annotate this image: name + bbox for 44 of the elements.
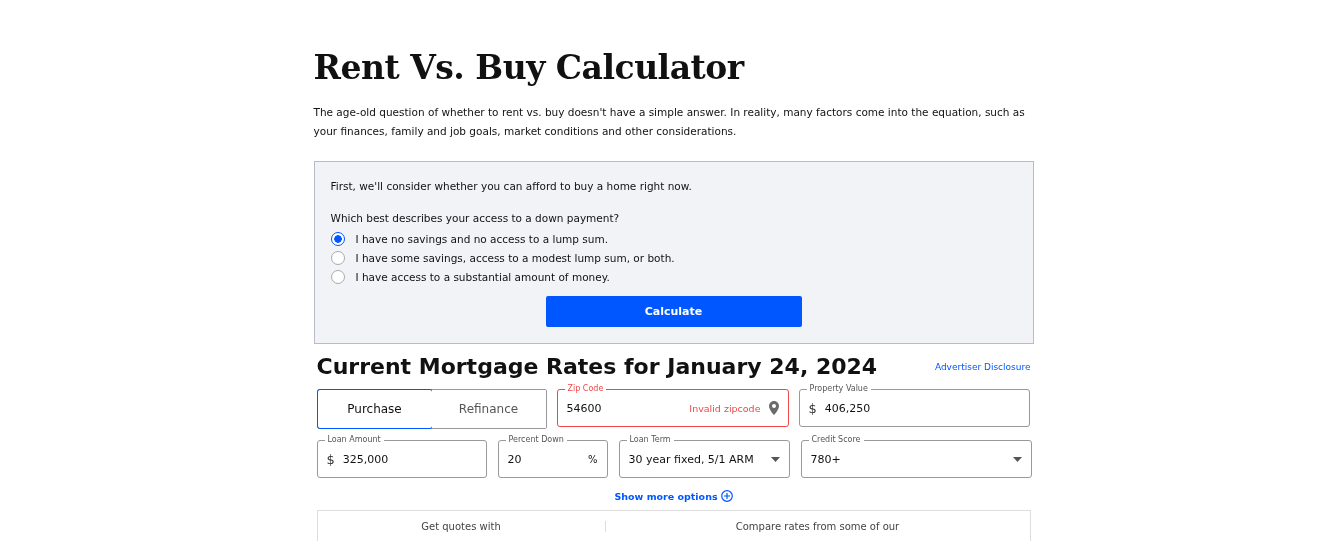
dollar-sign: $: [808, 400, 817, 416]
intro-paragraph: The age-old question of whether to rent vs. buy doesn't have a simple answer. In reality, many factors come into the equation, such as your finances, family and job goals, market conditions and other considerations.: [313, 105, 1026, 139]
field-value: 780+: [810, 452, 842, 466]
page-title: Rent Vs. Buy Calculator: [313, 48, 746, 87]
error-message: Invalid zipcode: [689, 402, 761, 414]
field-label: Loan Amount: [324, 435, 384, 445]
calculator-lead: First, we'll consider whether you can afford to buy a home right now.: [330, 180, 693, 192]
show-more-options-link[interactable]: Show more options: [614, 490, 718, 502]
zip-code-field[interactable]: Zip Code 54600 Invalid zipcode: [556, 384, 789, 427]
field-label: Property Value: [806, 384, 871, 394]
field-label: Zip Code: [564, 384, 607, 394]
loan-amount-field[interactable]: Loan Amount $ 325,000: [316, 435, 487, 478]
plus-circle-icon: [720, 490, 733, 502]
panel-text: Compare rates from some of our: [734, 520, 901, 532]
radio-button[interactable]: [330, 231, 345, 246]
field-value: 20: [507, 452, 523, 466]
field-value: 406,250: [824, 401, 872, 415]
percent-down-field[interactable]: Percent Down 20 %: [497, 435, 608, 478]
purchase-type-tab[interactable]: Purchase: [317, 390, 432, 428]
calculate-button[interactable]: Calculate: [545, 296, 802, 327]
caret-icon: [1012, 456, 1022, 462]
credit-score-dropdown[interactable]: Credit Score 780+: [800, 435, 1032, 478]
field-value: 54600: [566, 401, 603, 415]
option-label: I have no savings and no access to a lump sum.: [355, 232, 608, 245]
caret-icon: [770, 456, 780, 462]
field-label: Credit Score: [808, 435, 864, 445]
rates-heading: Current Mortgage Rates for January 24, 2024: [316, 354, 878, 379]
field-label: Loan Term: [626, 435, 674, 445]
field-value: 325,000: [342, 452, 390, 466]
field-label: Percent Down: [505, 435, 567, 445]
radio-button[interactable]: [330, 250, 345, 265]
field-value: 30 year fixed, 5/1 ARM: [628, 452, 755, 466]
advertiser-disclosure-link[interactable]: Advertiser Disclosure: [934, 361, 1031, 372]
panel-text: Get quotes with: [317, 520, 606, 532]
radio-button[interactable]: [330, 269, 345, 284]
property-value-field[interactable]: Property Value $ 406,250: [798, 384, 1030, 427]
question-text: Which best describes your access to a down payment?: [330, 212, 621, 224]
option-label: I have access to a substantial amount of money.: [355, 270, 610, 283]
loan-term-dropdown[interactable]: Loan Term 30 year fixed, 5/1 ARM: [618, 435, 790, 478]
option-label: I have some savings, access to a modest lump sum, or both.: [355, 251, 675, 264]
purchase-type-tab[interactable]: Refinance: [431, 390, 546, 428]
location-pin-icon: [768, 401, 779, 415]
dollar-sign: $: [326, 451, 335, 467]
percent-sign: %: [588, 453, 598, 465]
